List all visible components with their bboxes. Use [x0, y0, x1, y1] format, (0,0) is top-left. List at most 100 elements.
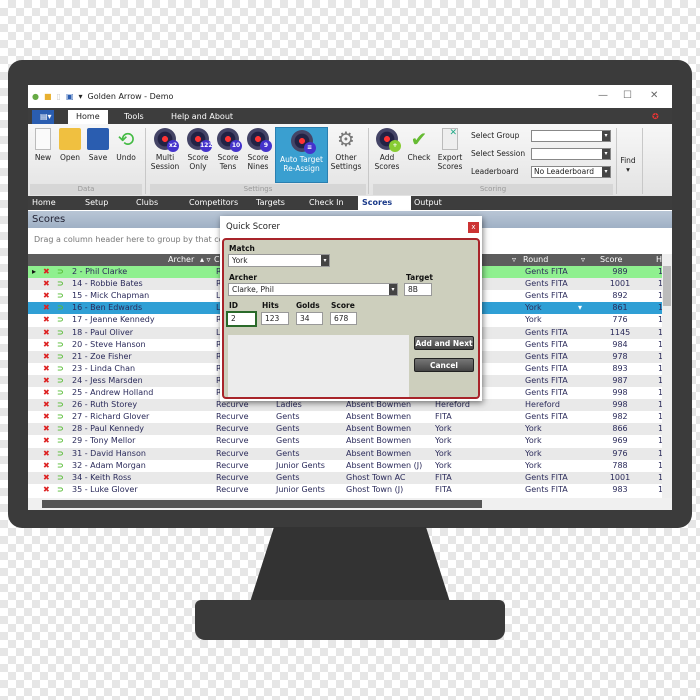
table-row[interactable]: ✖ ⊃ 34 - Keith Ross Recurve Gents Ghost Town … [28, 471, 663, 484]
score-tens-button[interactable]: 10 Score Tens [214, 128, 242, 171]
tab-help-and-about[interactable]: Help and About [163, 110, 241, 124]
column-header-round[interactable]: Round [523, 254, 548, 266]
edit-score-icon[interactable]: ⊃ [57, 339, 64, 351]
add-and-next-button[interactable]: Add and Next [414, 336, 474, 350]
edit-score-icon[interactable]: ⊃ [57, 266, 64, 278]
multi-session-button[interactable]: x2 Multi Session [150, 128, 180, 171]
new-quick-icon[interactable]: ▯ [57, 92, 61, 101]
undo-button[interactable]: ⟲ Undo [114, 128, 138, 162]
edit-score-icon[interactable]: ⊃ [57, 351, 64, 363]
delete-icon[interactable]: ✖ [43, 472, 50, 484]
horizontal-scrollbar[interactable] [28, 498, 672, 510]
nav-tab-check-in[interactable]: Check In [309, 196, 344, 210]
delete-icon[interactable]: ✖ [43, 266, 50, 278]
edit-score-icon[interactable]: ⊃ [57, 411, 64, 423]
column-header-c[interactable]: C [214, 254, 220, 266]
open-button[interactable]: Open [58, 128, 82, 162]
save-button[interactable]: Save [86, 128, 110, 162]
delete-icon[interactable]: ✖ [43, 302, 50, 314]
maximize-button[interactable]: ☐ [623, 90, 632, 101]
edit-score-icon[interactable]: ⊃ [57, 423, 64, 435]
delete-icon[interactable]: ✖ [43, 460, 50, 472]
edit-score-icon[interactable]: ⊃ [57, 399, 64, 411]
nav-tab-clubs[interactable]: Clubs [136, 196, 158, 210]
delete-icon[interactable]: ✖ [43, 327, 50, 339]
nav-tab-output[interactable]: Output [414, 196, 442, 210]
delete-icon[interactable]: ✖ [43, 448, 50, 460]
column-header-archer[interactable]: Archer [168, 254, 194, 266]
open-quick-icon[interactable]: ■ [44, 92, 52, 101]
nav-tab-home[interactable]: Home [32, 196, 56, 210]
nav-tab-competitors[interactable]: Competitors [189, 196, 238, 210]
delete-icon[interactable]: ✖ [43, 484, 50, 496]
edit-score-icon[interactable]: ⊃ [57, 448, 64, 460]
edit-score-icon[interactable]: ⊃ [57, 302, 64, 314]
delete-icon[interactable]: ✖ [43, 387, 50, 399]
target-input[interactable]: 8B [404, 283, 432, 296]
select-session-dropdown[interactable]: ▾ [531, 148, 611, 160]
column-header-score[interactable]: Score [600, 254, 622, 266]
edit-score-icon[interactable]: ⊃ [57, 375, 64, 387]
edit-score-icon[interactable]: ⊃ [57, 363, 64, 375]
nav-tab-setup[interactable]: Setup [85, 196, 108, 210]
app-menu-button[interactable]: ▤▾ [32, 110, 54, 124]
edit-score-icon[interactable]: ⊃ [57, 435, 64, 447]
dialog-close-button[interactable]: x [468, 222, 479, 233]
table-row[interactable]: ✖ ⊃ 35 - Luke Glover Recurve Junior Gents Gho… [28, 483, 663, 496]
table-row[interactable]: ✖ ⊃ 27 - Richard Glover Recurve Gents Absent … [28, 411, 663, 424]
golds-input[interactable]: 34 [296, 312, 323, 325]
delete-icon[interactable]: ✖ [43, 290, 50, 302]
edit-score-icon[interactable]: ⊃ [57, 290, 64, 302]
table-row[interactable]: ✖ ⊃ 28 - Paul Kennedy Recurve Gents Absent Bo… [28, 423, 663, 436]
delete-icon[interactable]: ✖ [43, 435, 50, 447]
tab-home[interactable]: Home [68, 110, 108, 124]
table-row[interactable]: ✖ ⊃ 29 - Tony Mellor Recurve Gents Absent Bow… [28, 435, 663, 448]
archer-dropdown[interactable]: Clarke, Phil ▾ [228, 283, 398, 296]
id-input[interactable]: 2 [226, 311, 257, 327]
edit-score-icon[interactable]: ⊃ [57, 278, 64, 290]
edit-score-icon[interactable]: ⊃ [57, 484, 64, 496]
delete-icon[interactable]: ✖ [43, 351, 50, 363]
filter-icon[interactable]: ▿ [512, 254, 516, 266]
export-scores-button[interactable]: ✕ Export Scores [436, 128, 464, 171]
score-nines-button[interactable]: 9 Score Nines [244, 128, 272, 171]
help-lifebuoy-icon[interactable]: ✪ [652, 110, 659, 124]
minimize-button[interactable]: — [598, 90, 608, 101]
add-scores-button[interactable]: + Add Scores [373, 128, 401, 171]
delete-icon[interactable]: ✖ [43, 363, 50, 375]
delete-icon[interactable]: ✖ [43, 411, 50, 423]
match-dropdown[interactable]: York ▾ [228, 254, 330, 267]
delete-icon[interactable]: ✖ [43, 278, 50, 290]
edit-score-icon[interactable]: ⊃ [57, 327, 64, 339]
edit-score-icon[interactable]: ⊃ [57, 387, 64, 399]
edit-score-icon[interactable]: ⊃ [57, 472, 64, 484]
delete-icon[interactable]: ✖ [43, 339, 50, 351]
save-quick-icon[interactable]: ▣ [66, 92, 74, 101]
edit-score-icon[interactable]: ⊃ [57, 314, 64, 326]
cancel-button[interactable]: Cancel [414, 358, 474, 372]
score-only-button[interactable]: 122 Score Only [184, 128, 213, 171]
other-settings-button[interactable]: ⚙ Other Settings [330, 128, 362, 171]
delete-icon[interactable]: ✖ [43, 423, 50, 435]
nav-tab-scores[interactable]: Scores [358, 196, 411, 210]
tab-tools[interactable]: Tools [116, 110, 152, 124]
check-button[interactable]: ✔ Check [406, 128, 432, 162]
new-button[interactable]: New [32, 128, 54, 162]
select-group-dropdown[interactable]: ▾ [531, 130, 611, 142]
nav-tab-targets[interactable]: Targets [256, 196, 285, 210]
auto-target-reassign-button[interactable]: ≡ Auto Target Re-Assign [275, 127, 328, 183]
table-row[interactable]: ✖ ⊃ 32 - Adam Morgan Recurve Junior Gents Abs… [28, 459, 663, 472]
score-input[interactable]: 678 [330, 312, 357, 325]
vertical-scrollbar[interactable] [662, 254, 672, 498]
hits-input[interactable]: 123 [261, 312, 289, 325]
edit-score-icon[interactable]: ⊃ [57, 460, 64, 472]
customize-dropdown-icon[interactable]: ▾ [79, 92, 83, 101]
close-button[interactable]: ✕ [650, 90, 658, 101]
delete-icon[interactable]: ✖ [43, 375, 50, 387]
filter-icon[interactable]: ▿ [581, 254, 585, 266]
table-row[interactable]: ✖ ⊃ 31 - David Hanson Recurve Gents Absent Bo… [28, 447, 663, 460]
delete-icon[interactable]: ✖ [43, 399, 50, 411]
round-dropdown-icon[interactable]: ▾ [578, 302, 582, 314]
find-button[interactable]: Find ▾ [618, 156, 638, 174]
leaderboard-dropdown[interactable]: No Leaderboard ▾ [531, 166, 611, 178]
